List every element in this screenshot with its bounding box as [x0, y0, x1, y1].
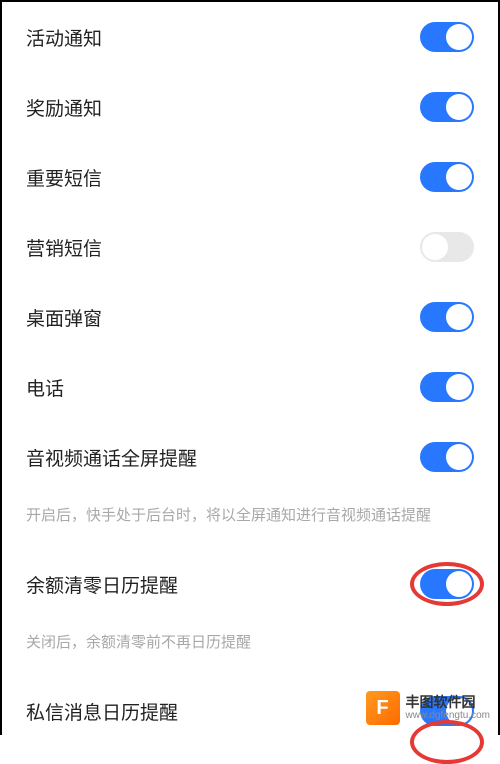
toggle-knob [446, 24, 472, 50]
toggle-knob [446, 304, 472, 330]
setting-row-important-sms: 重要短信 [2, 142, 498, 212]
setting-label: 奖励通知 [26, 94, 102, 121]
toggle-desktop-popup[interactable] [420, 302, 474, 332]
toggle-video-call-fullscreen[interactable] [420, 442, 474, 472]
toggle-activity-notify[interactable] [420, 22, 474, 52]
toggle-important-sms[interactable] [420, 162, 474, 192]
watermark-title: 丰图软件园 [406, 695, 491, 710]
setting-row-balance-calendar: 余额清零日历提醒 [2, 549, 498, 619]
highlight-annotation [410, 720, 484, 764]
setting-row-desktop-popup: 桌面弹窗 [2, 282, 498, 352]
toggle-knob [446, 94, 472, 120]
toggle-knob [422, 234, 448, 260]
setting-description: 开启后，快手处于后台时，将以全屏通知进行音视频通话提醒 [2, 492, 498, 549]
toggle-marketing-sms[interactable] [420, 232, 474, 262]
toggle-knob [446, 164, 472, 190]
toggle-phone[interactable] [420, 372, 474, 402]
setting-row-video-call-fullscreen: 音视频通话全屏提醒 [2, 422, 498, 492]
toggle-balance-calendar[interactable] [420, 569, 474, 599]
watermark-url: www.dgfengtu.com [406, 710, 491, 721]
setting-row-activity-notify: 活动通知 [2, 2, 498, 72]
toggle-knob [446, 571, 472, 597]
setting-description: 关闭后，余额清零前不再日历提醒 [2, 619, 498, 676]
setting-label: 私信消息日历提醒 [26, 698, 178, 725]
setting-label: 桌面弹窗 [26, 304, 102, 331]
toggle-reward-notify[interactable] [420, 92, 474, 122]
setting-label: 营销短信 [26, 234, 102, 261]
setting-label: 音视频通话全屏提醒 [26, 444, 197, 471]
setting-label: 电话 [26, 374, 64, 401]
setting-row-reward-notify: 奖励通知 [2, 72, 498, 142]
setting-label: 重要短信 [26, 164, 102, 191]
settings-list: 活动通知 奖励通知 重要短信 营销短信 桌面弹窗 电话 音视频通话全屏提醒 开启… [2, 2, 498, 746]
setting-label: 活动通知 [26, 24, 102, 51]
watermark-logo-icon: F [366, 691, 400, 725]
toggle-knob [446, 374, 472, 400]
toggle-knob [446, 444, 472, 470]
watermark-text: 丰图软件园 www.dgfengtu.com [406, 695, 491, 721]
watermark: F 丰图软件园 www.dgfengtu.com [366, 691, 491, 725]
setting-row-phone: 电话 [2, 352, 498, 422]
setting-row-marketing-sms: 营销短信 [2, 212, 498, 282]
setting-label: 余额清零日历提醒 [26, 571, 178, 598]
